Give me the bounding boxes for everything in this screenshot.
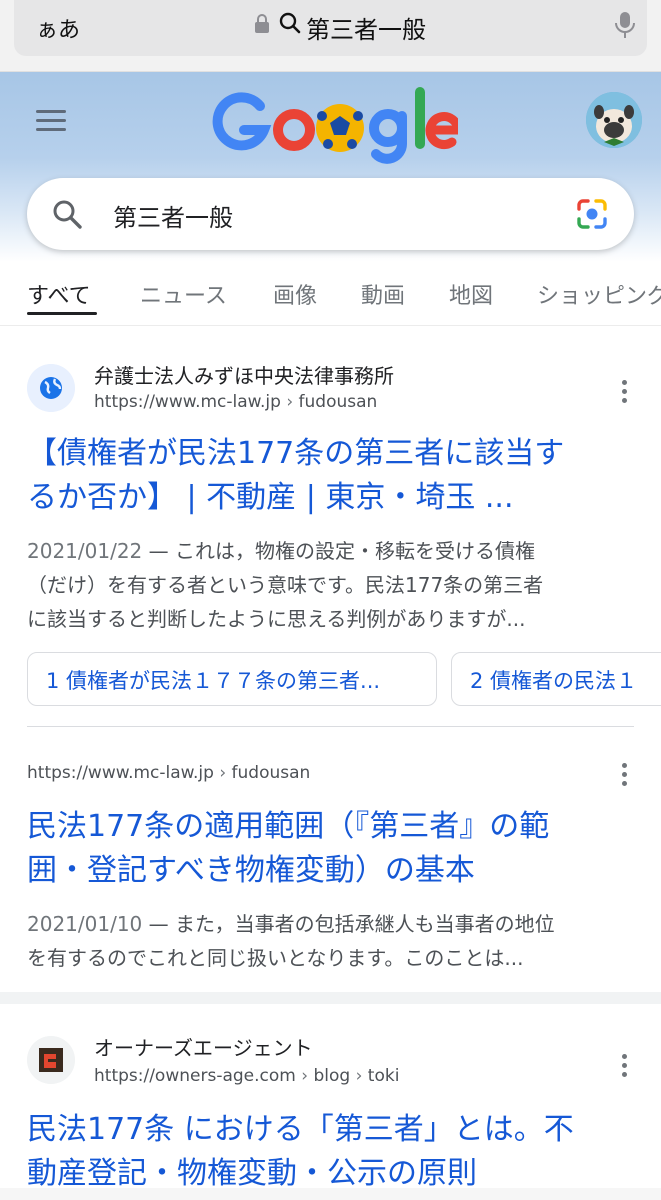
tab-shopping[interactable]: ショッピング xyxy=(537,278,661,310)
account-avatar[interactable] xyxy=(586,92,642,148)
breadcrumb-separator: › xyxy=(286,392,299,412)
breadcrumb-separator: › xyxy=(301,1066,314,1086)
result-url-domain: https://www.mc-law.jp xyxy=(94,392,281,412)
search-input[interactable]: 第三者一般 xyxy=(27,178,634,250)
result-title-line: るか否か】 | 不動産 | 東京・埼玉 ... xyxy=(27,480,514,515)
globe-icon xyxy=(27,364,75,412)
address-bar[interactable]: ぁあ 第三者一般 xyxy=(14,0,647,56)
sitelink-chip[interactable]: 2 債権者の民法１ xyxy=(451,652,661,706)
result-url-path: fudousan xyxy=(231,763,311,783)
lock-icon xyxy=(255,14,269,33)
tab-news[interactable]: ニュース xyxy=(140,278,227,310)
bottom-toolbar-edge xyxy=(0,1188,661,1200)
address-text: 第三者一般 xyxy=(306,16,426,44)
breadcrumb-separator: › xyxy=(355,1066,368,1086)
more-options-icon[interactable] xyxy=(618,1052,630,1078)
more-options-icon[interactable] xyxy=(618,378,630,404)
google-lens-icon[interactable] xyxy=(575,197,609,231)
result-separator xyxy=(0,992,661,1004)
result-title[interactable]: 民法177条 における「第三者」とは。不 動産登記・物権変動・公示の原則 xyxy=(27,1108,627,1196)
result-title[interactable]: 民法177条の適用範囲（『第三者』の範 囲・登記すべき物権変動）の基本 xyxy=(27,805,627,893)
result-url[interactable]: https://www.mc-law.jp › fudousan xyxy=(94,392,377,412)
search-tabs: すべて ニュース 画像 動画 地図 ショッピング xyxy=(0,262,661,326)
menu-icon[interactable] xyxy=(36,110,66,132)
result-date: 2021/01/22 xyxy=(27,539,143,563)
result-title-line: 民法177条 における「第三者」とは。不 xyxy=(27,1112,574,1147)
result-title-line: 【債権者が民法177条の第三者に該当す xyxy=(27,436,565,471)
google-doodle-logo[interactable] xyxy=(208,78,458,172)
result-date: 2021/01/10 xyxy=(27,912,143,936)
google-header: 第三者一般 xyxy=(0,72,661,262)
search-icon[interactable] xyxy=(51,198,83,230)
result-url-domain: https://owners-age.com xyxy=(94,1066,296,1086)
tab-images[interactable]: 画像 xyxy=(273,278,317,310)
result-title[interactable]: 【債権者が民法177条の第三者に該当す るか否か】 | 不動産 | 東京・埼玉 … xyxy=(27,432,627,520)
result-url[interactable]: https://www.mc-law.jp › fudousan xyxy=(27,763,310,783)
divider xyxy=(27,726,634,727)
sitelink-chip[interactable]: 1 債権者が民法１７７条の第三者... xyxy=(27,652,437,706)
reader-options-button[interactable]: ぁあ xyxy=(36,12,80,44)
breadcrumb-separator: › xyxy=(219,763,232,783)
result-snippet: 2021/01/10 — また，当事者の包括承継人も当事者の地位 を有するのでこ… xyxy=(27,907,639,975)
site-favicon-icon xyxy=(27,1036,75,1084)
tab-maps[interactable]: 地図 xyxy=(449,278,493,310)
result-url-path: fudousan xyxy=(298,392,378,412)
result-snippet: 2021/01/22 — これは，物権の設定・移転を受ける債権 （だけ）を有する… xyxy=(27,534,639,636)
result-url-path: toki xyxy=(367,1066,400,1086)
tab-videos[interactable]: 動画 xyxy=(361,278,405,310)
result-url[interactable]: https://owners-age.com › blog › toki xyxy=(94,1066,399,1086)
search-icon xyxy=(279,12,301,34)
snippet-text: を有するのでこれと同じ扱いとなります。このことは... xyxy=(27,946,524,970)
result-url-domain: https://www.mc-law.jp xyxy=(27,763,214,783)
browser-toolbar: ぁあ 第三者一般 xyxy=(0,0,661,72)
more-options-icon[interactable] xyxy=(618,761,630,787)
snippet-text: （だけ）を有する者という意味です。民法177条の第三者 xyxy=(27,573,544,597)
active-tab-indicator xyxy=(27,312,97,315)
tab-all[interactable]: すべて xyxy=(27,278,91,310)
snippet-text: — これは，物権の設定・移転を受ける債権 xyxy=(142,539,535,563)
snippet-text: — また，当事者の包括承継人も当事者の地位 xyxy=(142,912,555,936)
result-title-line: 囲・登記すべき物権変動）の基本 xyxy=(27,853,475,888)
search-query: 第三者一般 xyxy=(113,204,233,232)
result-site-name: 弁護士法人みずほ中央法律事務所 xyxy=(94,364,394,388)
result-title-line: 民法177条の適用範囲（『第三者』の範 xyxy=(27,809,550,844)
result-url-path: blog xyxy=(313,1066,351,1086)
microphone-icon[interactable] xyxy=(614,10,636,40)
result-site-name: オーナーズエージェント xyxy=(94,1036,313,1060)
snippet-text: に該当すると判断したように思える判例がありますが... xyxy=(27,607,526,631)
